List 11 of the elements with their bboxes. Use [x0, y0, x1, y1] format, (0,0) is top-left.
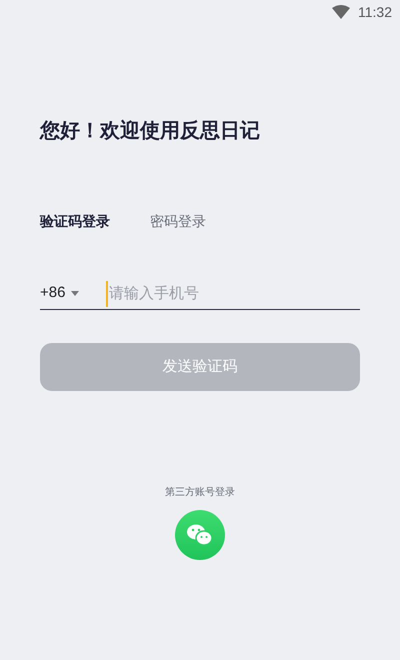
status-time: 11:32: [358, 2, 392, 22]
wifi-icon: [332, 5, 350, 19]
login-tab[interactable]: 验证码登录: [40, 210, 110, 232]
third-party-login-label: 第三方账号登录: [165, 486, 235, 500]
dropdown-caret-icon[interactable]: [71, 291, 80, 296]
country-code[interactable]: +86: [40, 282, 66, 305]
chat-bubbles-icon: [187, 524, 213, 546]
wechat-login-button[interactable]: [175, 510, 225, 560]
phone-input-field[interactable]: 请输入手机号: [106, 280, 360, 306]
welcome-title: 您好！欢迎使用反思日记: [40, 118, 261, 144]
login-tab[interactable]: 密码登录: [150, 210, 206, 232]
